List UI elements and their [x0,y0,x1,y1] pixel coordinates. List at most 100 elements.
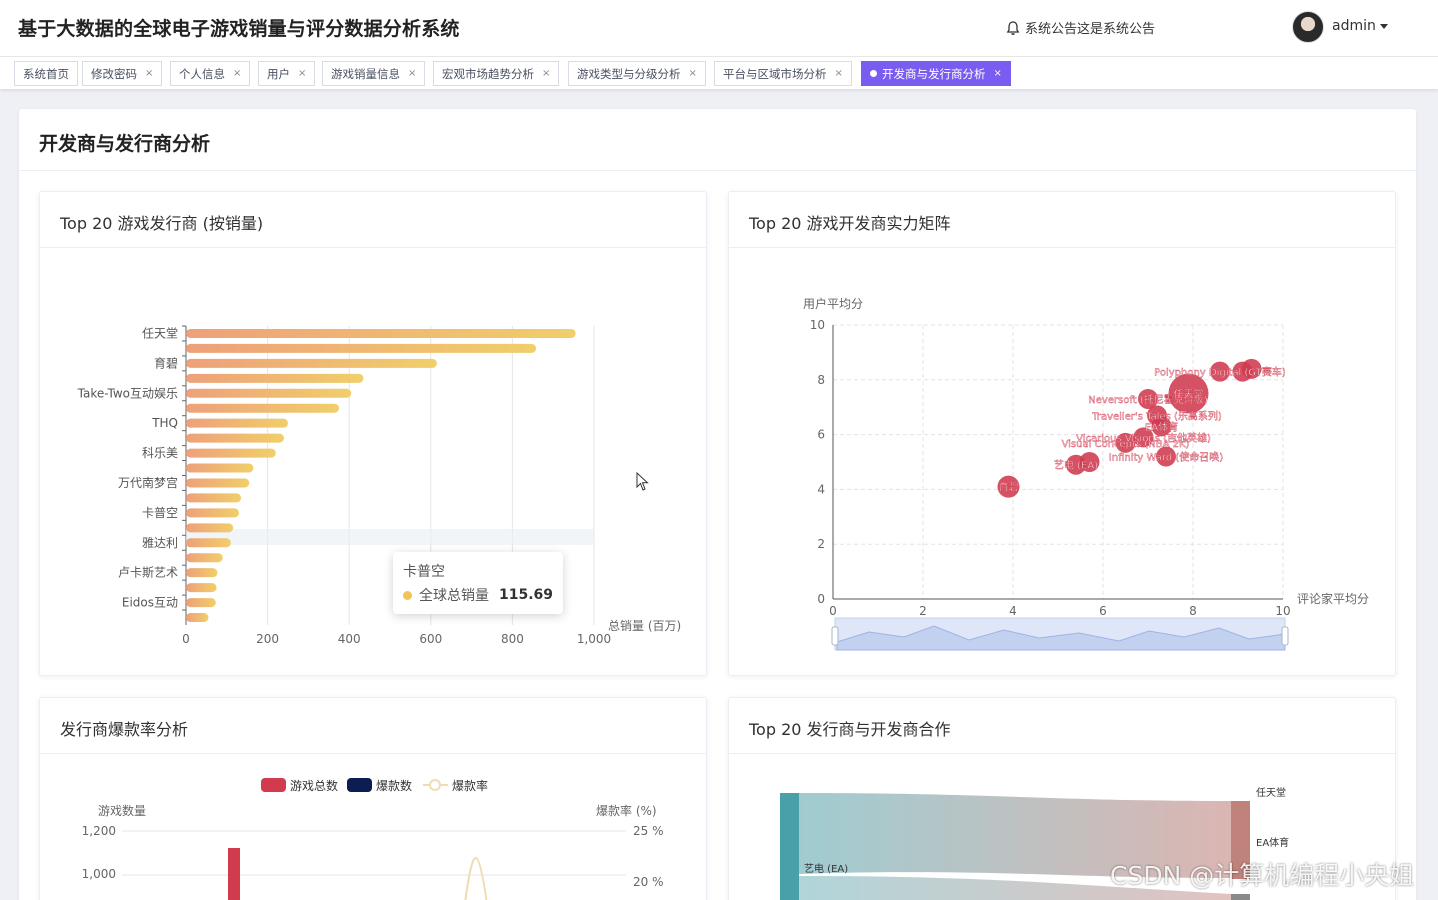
bar[interactable] [186,403,339,413]
sankey-node-ea[interactable] [780,793,799,900]
legend-total: 游戏总数 [290,778,338,793]
close-icon[interactable]: × [835,68,843,79]
publisher-bar-chart[interactable]: 任天堂育碧Take-Two互动娱乐THQ科乐美万代南梦宫卡普空雅达利卢卡斯艺术E… [40,192,707,676]
bar[interactable] [186,523,234,533]
bar[interactable] [186,553,223,563]
tag-macro-trend[interactable]: 宏观市场趋势分析 × [433,61,560,86]
system-notice[interactable]: 系统公告这是系统公告 [1005,18,1155,37]
tag-label: 系统首页 [23,66,69,81]
point-label: Infinity Ward (使命召唤) [1109,451,1223,464]
tags-view-bar: 系统首页 修改密码 × 个人信息 × 用户 × 游戏销量信息 × 宏观市场趋势分析 × 游… [0,56,1438,89]
y-tick-label: 10 [810,318,825,332]
close-icon[interactable]: × [298,68,306,79]
bar[interactable] [186,358,437,368]
close-icon[interactable]: × [408,68,416,79]
close-icon[interactable]: × [145,68,153,79]
tag-label: 修改密码 [91,66,137,81]
tag-label: 个人信息 [179,66,225,81]
tag-user[interactable]: 用户 × [258,61,316,86]
x-tick-label: 10 [1275,604,1290,618]
tag-label: 游戏销量信息 [331,66,400,81]
bar[interactable] [186,463,254,473]
hit-rate-panel: 发行商爆款率分析 游戏总数 爆款数 爆款率 游戏数量 爆款率 (%) 1,200… [39,697,707,900]
y-tick-label: 6 [817,428,825,442]
avatar[interactable] [1292,11,1324,43]
tag-label: 平台与区域市场分析 [723,66,827,81]
bar[interactable] [186,493,242,503]
active-dot-icon [870,70,877,77]
legend-rate-marker [429,779,441,791]
x-tick-label: 800 [501,632,524,646]
user-menu[interactable]: admin [1332,18,1389,34]
point-label: Vicarious Visions (吉他英雄) [1076,431,1211,444]
y-axis-label: 游戏数量 [98,803,146,818]
page-title: 开发商与发行商分析 [39,133,211,155]
publisher-sales-panel: Top 20 游戏发行商 (按销量) 任天堂 育碧 Take-Two互动娱乐 THQ 科… [39,191,707,676]
sankey-node-ea-sports[interactable] [1231,894,1250,900]
tag-game-sales[interactable]: 游戏销量信息 × [322,61,426,86]
tag-change-password[interactable]: 修改密码 × [82,61,163,86]
tag-developer-publisher[interactable]: 开发商与发行商分析 × [861,61,1011,86]
developer-scatter-chart[interactable]: 0 2 4 6 8 10 0 2 4 6 8 10 育碧 艺电 (EA) Infinity Ward (使… [729,192,1396,676]
tag-genre-rating[interactable]: 游戏类型与分级分析 × [568,61,706,86]
x-tick-label: 2 [919,604,927,618]
bar-total[interactable] [228,848,240,900]
category-label: 雅达利 [142,535,178,550]
sankey-label: 艺电 (EA) [804,862,848,875]
y-tick: 1,000 [82,867,116,881]
bar[interactable] [186,388,352,398]
notice-text: 系统公告这是系统公告 [1025,22,1156,37]
bar[interactable] [186,373,364,383]
x-tick-label: 8 [1189,604,1197,618]
y2-axis-label: 爆款率 (%) [596,803,657,818]
slider-handle-left[interactable] [831,626,839,646]
close-icon[interactable]: × [233,68,241,79]
divider [19,170,1416,171]
bar[interactable] [186,343,537,353]
tag-label: 宏观市场趋势分析 [442,66,534,81]
tag-label: 开发商与发行商分析 [882,66,986,81]
category-label: 万代南梦宫 [118,475,178,490]
hit-rate-chart[interactable]: 游戏总数 爆款数 爆款率 游戏数量 爆款率 (%) 1,200 1,000 25… [40,698,707,900]
bar[interactable] [186,583,217,593]
tag-platform-region[interactable]: 平台与区域市场分析 × [714,61,852,86]
bar[interactable] [186,448,276,458]
username: admin [1332,18,1376,34]
mouse-cursor-icon [636,472,649,491]
tag-label: 用户 [267,66,290,81]
bar[interactable] [186,568,218,578]
bar[interactable] [186,478,250,488]
close-icon[interactable]: × [542,68,550,79]
tooltip-series: 全球总销量 [419,588,489,604]
y2-tick: 25 % [633,824,664,838]
slider-handle-right[interactable] [1281,626,1289,646]
developer-matrix-panel: Top 20 游戏开发商实力矩阵 0 2 4 6 8 10 0 2 4 6 8 10 育碧 艺电 (EA… [728,191,1396,676]
bar[interactable] [186,328,576,338]
data-zoom-slider[interactable] [831,617,1289,651]
series-dot-icon [403,590,412,600]
watermark: CSDN @计算机编程小央姐 [1110,861,1415,890]
tag-home[interactable]: 系统首页 [14,61,78,86]
point-label: Traveller's Tales (乐高系列) [1091,409,1222,422]
category-label: 育碧 [154,355,178,370]
bell-icon [1006,20,1020,35]
tag-personal-info[interactable]: 个人信息 × [170,61,251,86]
point-label: Polyphony Digital (GT赛车) [1154,366,1286,379]
bar[interactable] [186,598,216,608]
tooltip-value: 115.69 [498,587,553,603]
chart-tooltip: 卡普空 全球总销量 115.69 [393,552,563,614]
bar[interactable] [186,613,209,623]
y-tick: 1,200 [82,824,116,838]
category-label: 科乐美 [142,446,178,460]
bar[interactable] [186,508,240,518]
close-icon[interactable]: × [689,68,697,79]
bar[interactable] [186,433,284,443]
category-label: Eidos互动 [122,596,178,610]
bar[interactable] [186,418,288,428]
chart-legend[interactable]: 游戏总数 爆款数 爆款率 [261,778,488,793]
close-icon[interactable]: × [994,68,1002,79]
sankey-label: 任天堂 [1256,786,1286,799]
legend-rate: 爆款率 [452,778,488,793]
app-title: 基于大数据的全球电子游戏销量与评分数据分析系统 [18,18,460,40]
bar[interactable] [186,538,231,548]
